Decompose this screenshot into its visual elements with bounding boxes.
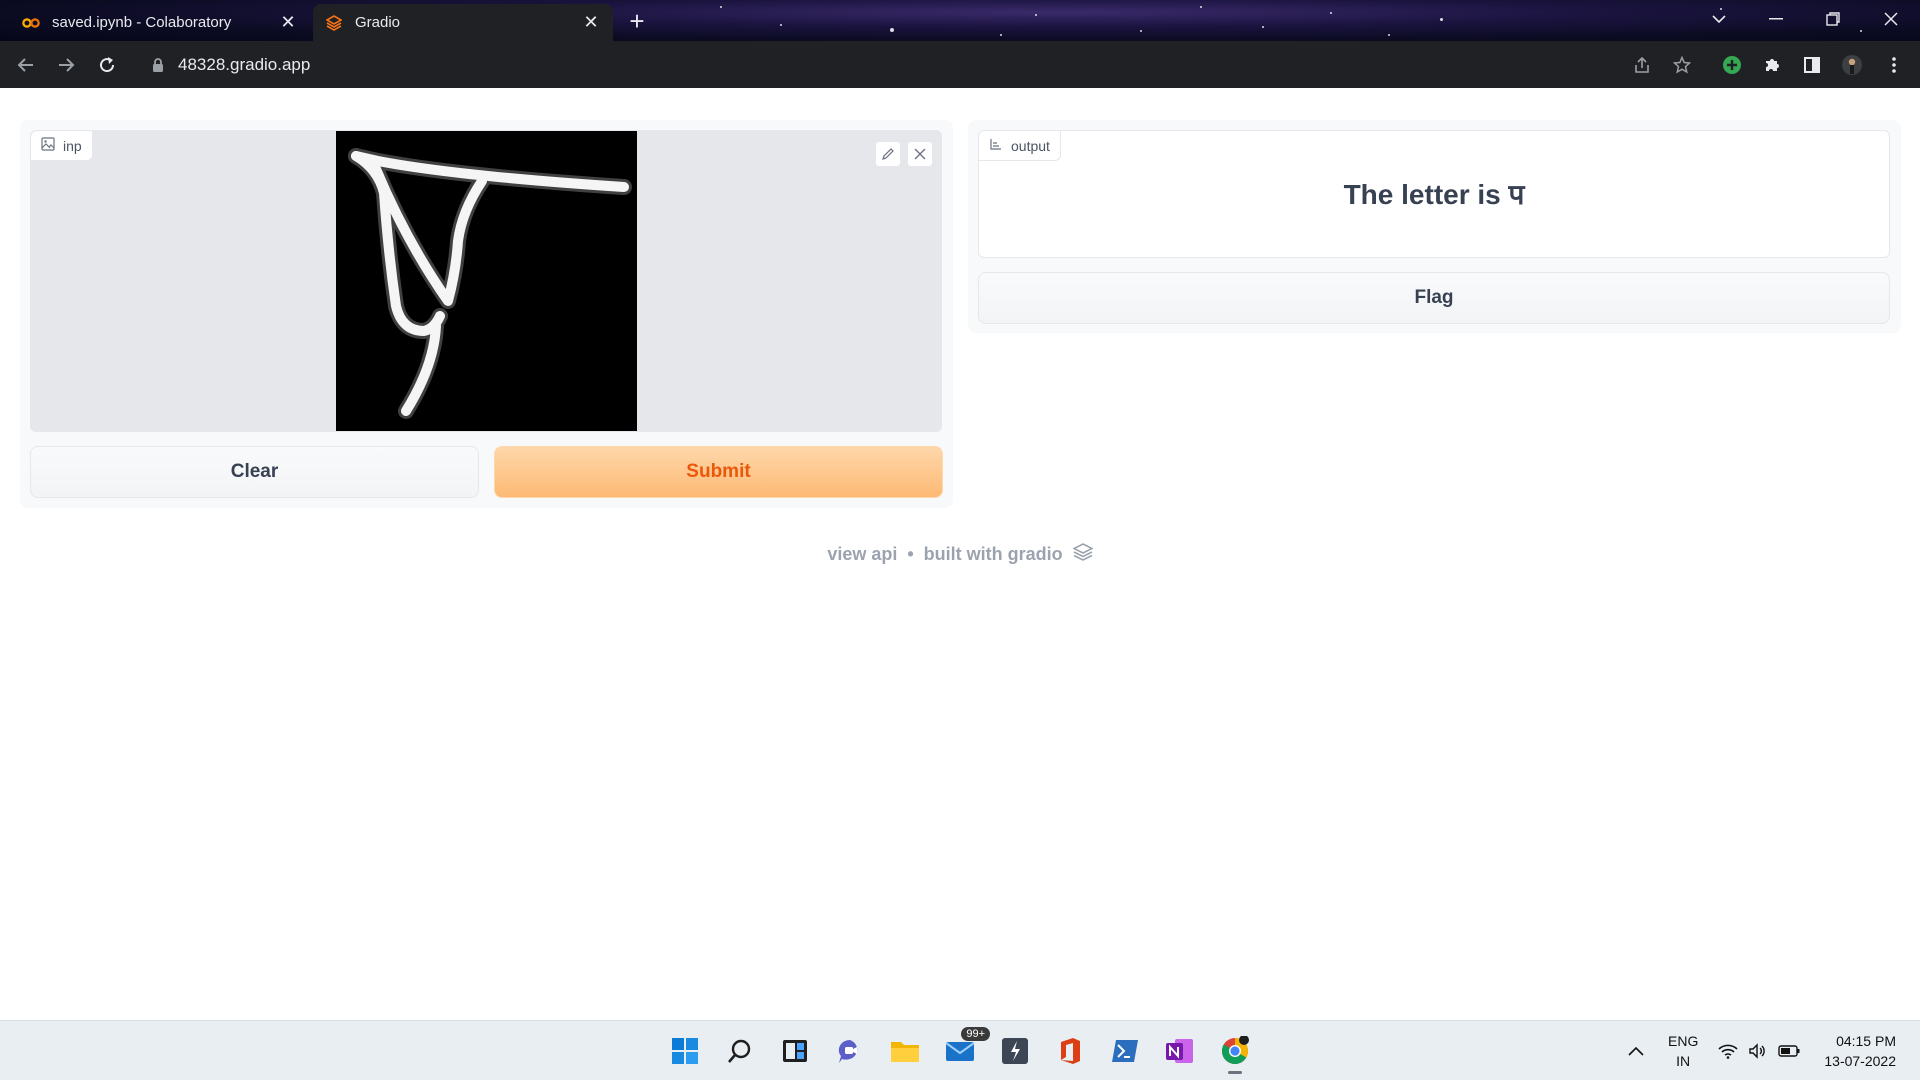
text-output-icon (989, 137, 1003, 154)
chrome-menu-icon[interactable] (1878, 49, 1910, 81)
footer: view api • built with gradio (0, 543, 1920, 566)
bookmark-star-icon[interactable] (1666, 49, 1698, 81)
reload-icon[interactable] (91, 49, 123, 81)
clear-button[interactable]: Clear (30, 446, 479, 498)
office-icon[interactable] (1050, 1031, 1090, 1071)
footer-separator: • (907, 544, 914, 564)
file-explorer-icon[interactable] (885, 1031, 925, 1071)
tab-title: saved.ipynb - Colaboratory (52, 14, 232, 31)
output-text: The letter is प (1343, 179, 1525, 210)
address-toolbar: 48328.gradio.app (0, 41, 1920, 88)
clear-image-icon[interactable] (907, 141, 933, 167)
close-tab-icon[interactable]: ✕ (581, 12, 601, 33)
submit-button[interactable]: Submit (494, 446, 943, 498)
tab-gradio[interactable]: Gradio ✕ (313, 4, 613, 41)
url-bar[interactable]: 48328.gradio.app (138, 47, 1738, 83)
browser-tab-strip: saved.ipynb - Colaboratory ✕ Gradio ✕ + (0, 0, 1920, 41)
gradio-logo-icon (1071, 543, 1094, 566)
tab-colab[interactable]: saved.ipynb - Colaboratory ✕ (10, 4, 310, 41)
output-box: output The letter is प (978, 130, 1890, 258)
input-panel: inp Clear Submit (20, 120, 953, 508)
minimize-button[interactable] (1753, 0, 1799, 38)
lang-primary: ENG (1668, 1033, 1699, 1049)
terminal-icon[interactable] (1105, 1031, 1145, 1071)
lock-icon[interactable] (152, 57, 164, 73)
windows-taskbar: 99+ ENG IN 04:15 PM 13-07-2022 (0, 1020, 1920, 1080)
language-indicator[interactable]: ENG IN (1668, 1031, 1698, 1071)
wifi-icon[interactable] (1718, 1021, 1738, 1080)
lang-secondary: IN (1676, 1053, 1691, 1069)
tab-search-icon[interactable] (1696, 0, 1742, 38)
input-label-text: inp (63, 137, 82, 154)
teams-chat-icon[interactable] (830, 1031, 870, 1071)
windows-start-icon[interactable] (665, 1031, 705, 1071)
show-hidden-icons-icon[interactable] (1628, 1021, 1644, 1080)
input-label: inp (31, 131, 93, 161)
image-icon (41, 137, 55, 154)
close-tab-icon[interactable]: ✕ (278, 12, 298, 33)
powershell-alt-icon[interactable] (995, 1031, 1035, 1071)
flag-button[interactable]: Flag (978, 272, 1890, 324)
new-tab-button[interactable]: + (623, 8, 651, 36)
output-panel: output The letter is प Flag (968, 120, 1901, 333)
extensions-puzzle-icon[interactable] (1756, 49, 1788, 81)
volume-icon[interactable] (1748, 1021, 1768, 1080)
image-toolbar (875, 141, 933, 167)
drawn-letter-canvas[interactable] (336, 131, 637, 431)
share-icon[interactable] (1626, 49, 1658, 81)
mail-icon[interactable]: 99+ (940, 1027, 990, 1071)
back-arrow-icon[interactable] (10, 49, 42, 81)
system-clock[interactable]: 04:15 PM 13-07-2022 (1824, 1031, 1896, 1071)
edit-pencil-icon[interactable] (875, 141, 901, 167)
output-label-text: output (1011, 137, 1050, 154)
task-view-icon[interactable] (775, 1031, 815, 1071)
gradio-app: inp Clear Submit output The letter is प … (0, 88, 1920, 1020)
search-icon[interactable] (720, 1031, 760, 1071)
side-panel-icon[interactable] (1796, 49, 1828, 81)
onenote-icon[interactable] (1160, 1031, 1200, 1071)
sketchpad-input[interactable]: inp (30, 130, 942, 432)
colab-icon (22, 14, 40, 32)
profile-avatar[interactable] (1836, 49, 1868, 81)
clock-time: 04:15 PM (1836, 1033, 1896, 1049)
forward-arrow-icon[interactable] (50, 49, 82, 81)
clock-date: 13-07-2022 (1824, 1053, 1896, 1069)
tab-title: Gradio (355, 14, 401, 31)
close-window-button[interactable] (1868, 0, 1914, 38)
gradio-icon (325, 14, 343, 32)
restore-button[interactable] (1810, 0, 1856, 38)
battery-icon[interactable] (1778, 1021, 1800, 1080)
url-text: 48328.gradio.app (178, 55, 311, 74)
extension-green-icon[interactable] (1716, 49, 1748, 81)
view-api-link[interactable]: view api (827, 544, 897, 565)
output-label: output (979, 131, 1061, 161)
mail-badge: 99+ (961, 1027, 990, 1041)
built-with-gradio-link[interactable]: built with gradio (924, 544, 1063, 565)
chrome-icon[interactable] (1215, 1031, 1255, 1074)
